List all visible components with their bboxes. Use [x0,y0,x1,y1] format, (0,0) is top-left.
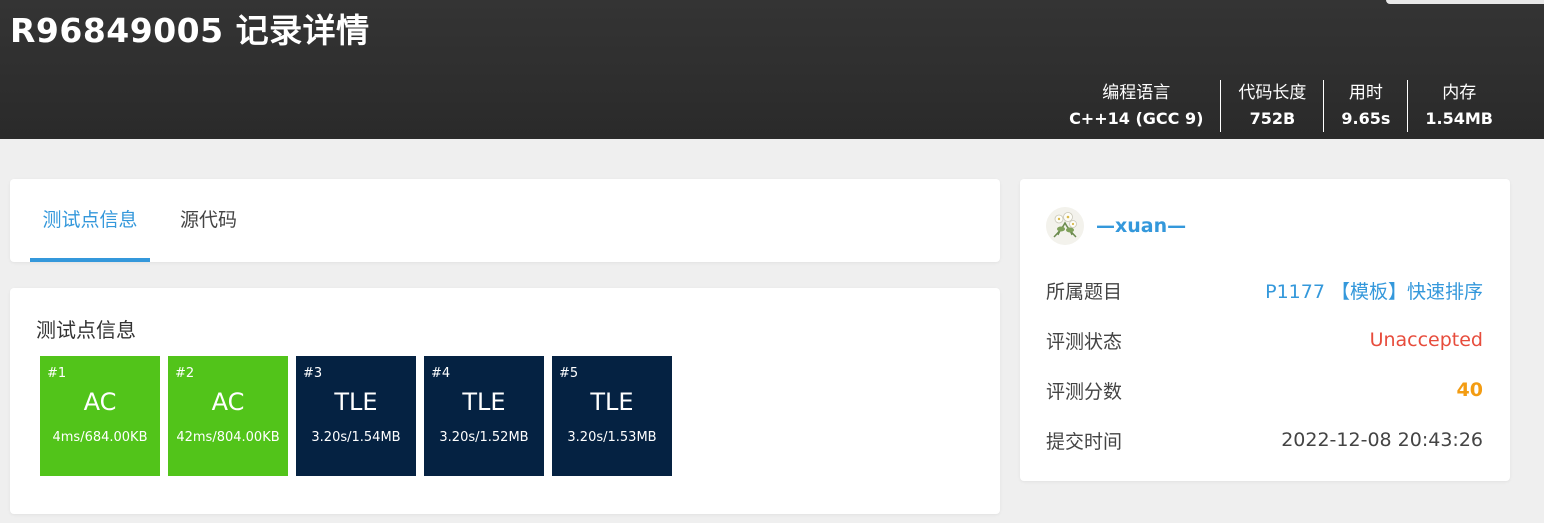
testcases-title: 测试点信息 [36,318,136,342]
testcase-status: AC [211,388,245,416]
stat-memory-label: 内存 [1442,83,1477,103]
submission-info-panel: —xuan— 所属题目 P1177 【模板】快速排序 评测状态 Unaccept… [1020,179,1510,481]
testcase-box[interactable]: #2 AC 42ms/804.00KB [168,356,288,476]
stat-code-length: 代码长度 752B [1220,80,1323,132]
testcase-number: #3 [303,366,323,381]
testcase-list: #1 AC 4ms/684.00KB #2 AC 42ms/804.00KB #… [40,356,680,476]
info-row-submit-time: 提交时间 2022-12-08 20:43:26 [1046,425,1483,455]
testcase-number: #2 [175,366,195,381]
flower-avatar-icon [1046,207,1084,245]
testcase-status: TLE [590,388,634,416]
testcase-box[interactable]: #3 TLE 3.20s/1.54MB [296,356,416,476]
username-link[interactable]: —xuan— [1096,215,1186,237]
page-title: R96849005 记录详情 [10,11,370,50]
testcase-number: #5 [559,366,579,381]
testcase-status: AC [83,388,117,416]
score-value: 40 [1456,379,1483,401]
tab-testcases[interactable]: 测试点信息 [30,179,150,262]
stat-memory-value: 1.54MB [1425,109,1493,128]
testcase-number: #1 [47,366,67,381]
testcases-panel: 测试点信息 #1 AC 4ms/684.00KB #2 AC 42ms/804.… [10,288,1000,514]
testcase-detail: 42ms/804.00KB [176,430,280,445]
info-row-status: 评测状态 Unaccepted [1046,325,1483,355]
stat-code-length-value: 752B [1249,109,1296,128]
stat-time-label: 用时 [1348,83,1383,103]
testcase-box[interactable]: #4 TLE 3.20s/1.52MB [424,356,544,476]
stat-memory: 内存 1.54MB [1407,80,1510,132]
testcase-status: TLE [334,388,378,416]
stat-time-value: 9.65s [1341,109,1391,128]
testcase-detail: 3.20s/1.54MB [311,430,401,445]
user-info: —xuan— [1046,207,1186,245]
tab-bar: 测试点信息 源代码 [10,179,1000,262]
header-corner-decoration [1386,0,1544,4]
stat-language-value: C++14 (GCC 9) [1069,109,1204,128]
testcase-box[interactable]: #1 AC 4ms/684.00KB [40,356,160,476]
testcase-number: #4 [431,366,451,381]
info-label: 提交时间 [1046,430,1123,453]
testcase-detail: 3.20s/1.52MB [439,430,529,445]
page-header: R96849005 记录详情 编程语言 C++14 (GCC 9) 代码长度 7… [0,0,1544,139]
avatar[interactable] [1046,207,1084,245]
info-label: 评测状态 [1046,330,1123,353]
submit-time-value: 2022-12-08 20:43:26 [1281,429,1483,451]
info-row-problem: 所属题目 P1177 【模板】快速排序 [1046,275,1483,305]
testcase-detail: 3.20s/1.53MB [567,430,657,445]
testcase-detail: 4ms/684.00KB [52,430,148,445]
stat-language-label: 编程语言 [1102,83,1171,103]
info-row-score: 评测分数 40 [1046,375,1483,405]
testcase-box[interactable]: #5 TLE 3.20s/1.53MB [552,356,672,476]
testcase-status: TLE [462,388,506,416]
tab-source-code[interactable]: 源代码 [180,179,237,262]
stat-time: 用时 9.65s [1323,80,1407,132]
problem-link[interactable]: P1177 【模板】快速排序 [1265,277,1483,304]
info-label: 评测分数 [1046,380,1123,403]
stat-code-length-label: 代码长度 [1238,83,1307,103]
submission-stats: 编程语言 C++14 (GCC 9) 代码长度 752B 用时 9.65s 内存… [1052,80,1510,132]
info-label: 所属题目 [1046,280,1123,303]
stat-language: 编程语言 C++14 (GCC 9) [1052,80,1220,132]
judge-status-value: Unaccepted [1369,329,1483,351]
